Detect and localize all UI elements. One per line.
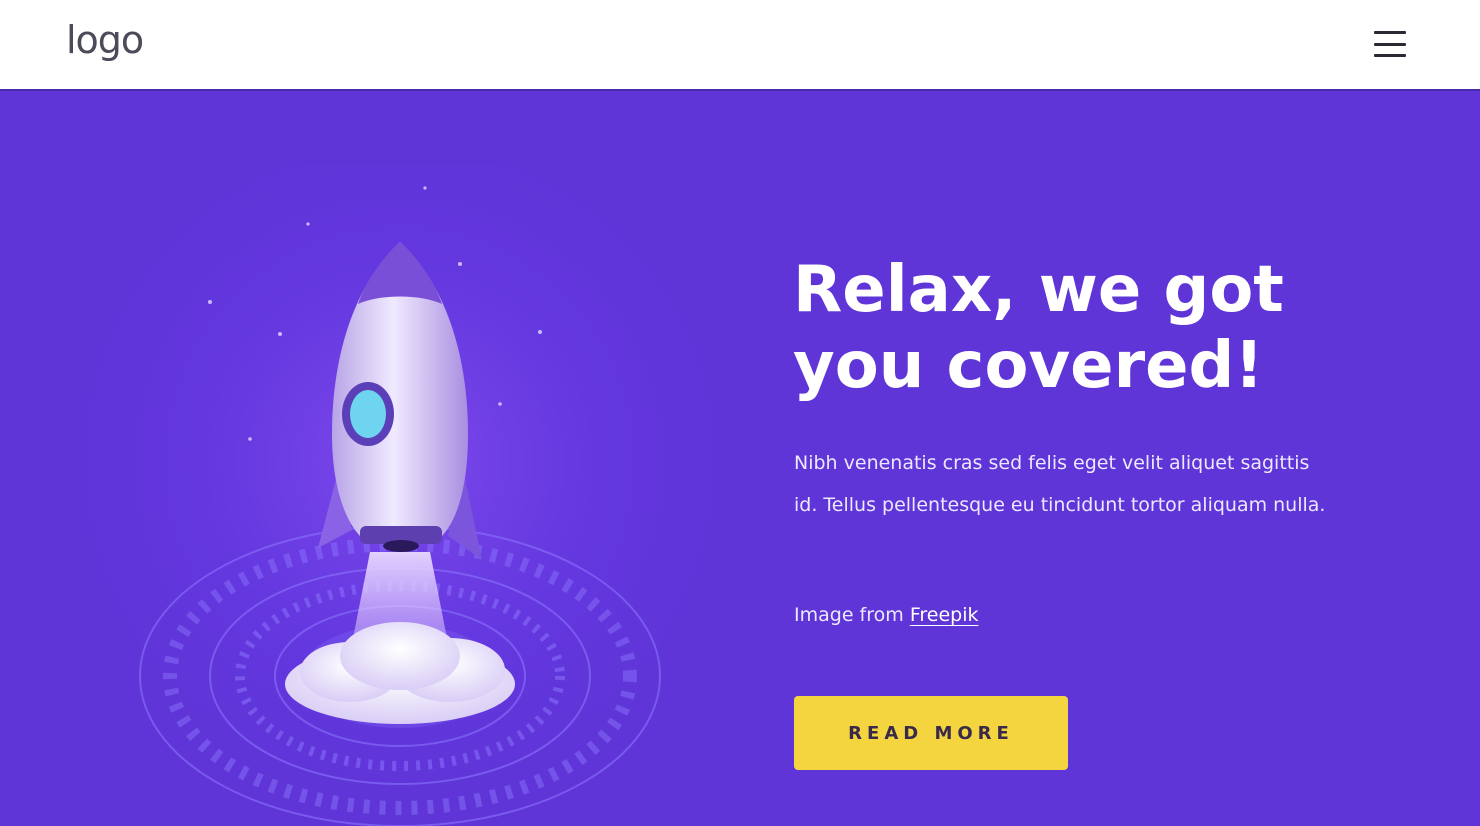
rocket-nozzle: [383, 540, 419, 552]
hero-title: Relax, we got you covered!: [793, 253, 1284, 403]
hero-section: Relax, we got you covered! Nibh venenati…: [0, 92, 1480, 826]
menu-line: [1374, 42, 1406, 46]
hamburger-menu-icon[interactable]: [1372, 28, 1408, 60]
rocket-illustration: [70, 164, 730, 826]
freepik-link[interactable]: Freepik: [910, 604, 979, 626]
image-credit: Image from Freepik: [794, 604, 978, 626]
hero-description: Nibh venenatis cras sed felis eget velit…: [794, 452, 1326, 516]
rocket-window: [350, 390, 386, 438]
menu-line: [1374, 54, 1406, 57]
read-more-button[interactable]: READ MORE: [794, 696, 1068, 770]
menu-line: [1374, 31, 1406, 34]
logo[interactable]: logo: [66, 18, 144, 62]
site-header: logo: [0, 0, 1480, 91]
credit-prefix: Image from: [794, 604, 904, 626]
